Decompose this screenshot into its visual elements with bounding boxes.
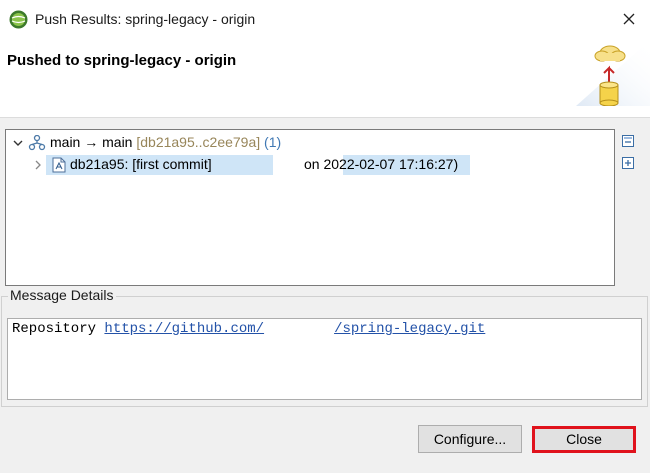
commit-file-icon xyxy=(52,157,66,173)
commit-label: db21a95: [first commit] xyxy=(70,156,212,172)
repository-link-start[interactable]: https://github.com/ xyxy=(104,321,264,337)
commit-count: (1) xyxy=(264,134,282,150)
eclipse-icon xyxy=(9,10,28,29)
chevron-down-icon[interactable] xyxy=(12,137,24,149)
cloud-push-database-icon xyxy=(576,40,650,106)
repository-link-end[interactable]: /spring-legacy.git xyxy=(334,321,485,337)
expand-all-icon[interactable] xyxy=(621,156,635,170)
close-icon[interactable] xyxy=(618,8,640,30)
tree-row-commit[interactable]: db21a95: [first commit] on 2022-02-07 17… xyxy=(6,154,606,176)
repository-prefix: Repository xyxy=(12,321,105,337)
branch-icon xyxy=(28,135,46,151)
chevron-right-icon[interactable] xyxy=(32,159,44,171)
header-banner: Pushed to spring-legacy - origin xyxy=(0,40,650,118)
title-bar: Push Results: spring-legacy - origin xyxy=(0,0,650,40)
commit-date: on 2022-02-07 17:16:27) xyxy=(304,156,459,172)
dialog-content: main → main [db21a95..c2ee79a] (1) db21a… xyxy=(0,118,650,473)
configure-button[interactable]: Configure... xyxy=(418,425,522,453)
message-details-text[interactable]: Repository https://github.com/ /spring-le… xyxy=(7,318,642,400)
ref-name: main → main xyxy=(50,134,133,150)
banner-title: Pushed to spring-legacy - origin xyxy=(7,52,237,69)
window-title: Push Results: spring-legacy - origin xyxy=(35,11,256,27)
message-details-group: Message Details Repository https://githu… xyxy=(0,287,650,407)
collapse-all-icon[interactable] xyxy=(621,134,635,148)
push-results-tree[interactable]: main → main [db21a95..c2ee79a] (1) db21a… xyxy=(5,129,615,286)
ref-update-label: main → main [db21a95..c2ee79a] (1) xyxy=(50,134,281,150)
commit-range: [db21a95..c2ee79a] xyxy=(136,134,261,150)
tree-row-ref-update[interactable]: main → main [db21a95..c2ee79a] (1) xyxy=(6,132,606,154)
message-details-label: Message Details xyxy=(8,287,116,303)
close-button[interactable]: Close xyxy=(532,426,636,453)
